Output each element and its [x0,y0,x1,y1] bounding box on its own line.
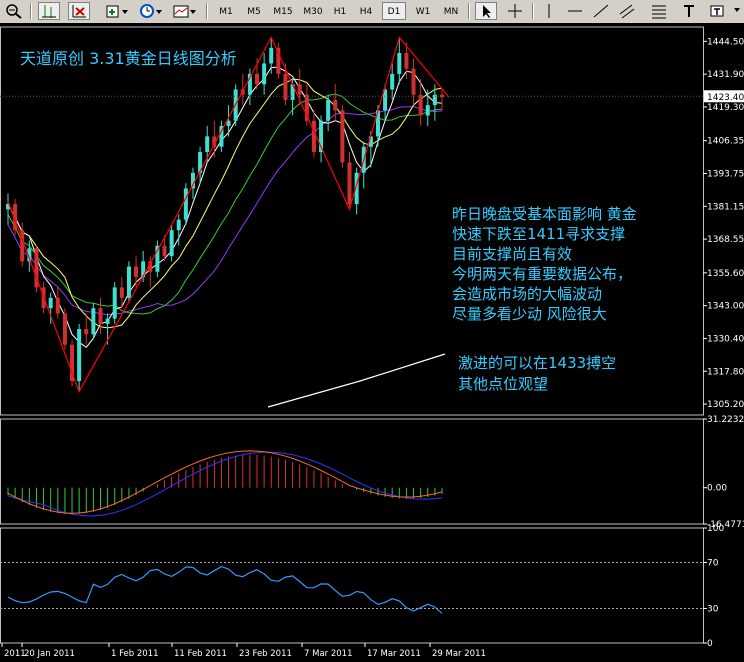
candle-body [411,68,416,95]
analysis-line-2: 快速下跌至1411寻求支撑 [452,225,625,243]
price-tick-label: 1355.60 [707,269,744,279]
candle-body [269,47,274,64]
trendline-icon[interactable] [590,2,612,20]
strategy-line-2: 其他点位观望 [458,375,548,393]
price-tick-label: 1330.40 [707,334,744,344]
chart-title: 天道原创 3.31黄金日线图分析 [20,49,237,68]
timeframe-m30[interactable]: M30 [298,2,328,20]
candle-body [48,297,53,309]
candle-body [404,53,409,69]
zoom-out-icon[interactable] [3,2,25,20]
candle-body [176,219,181,231]
candle-body [262,63,267,85]
candle-body [169,230,174,257]
cursor-icon[interactable] [475,2,497,20]
candle-body [105,318,110,324]
time-tick-label: 7 Mar 2011 [304,649,352,659]
toolbar-chevron-icon[interactable] [731,2,743,20]
candle-body [112,287,117,319]
line-icon[interactable] [538,2,560,20]
price-tick-label: 1393.75 [707,169,744,179]
chart-area: 1444.50 1431.90 1419.30 1406.35 1393.75 1381.… [0,23,744,662]
candle-body [62,313,67,345]
oscillator-tick-label: 70 [707,559,719,569]
analysis-line-4: 今明两天有重要数据公布， [452,265,632,283]
candle-body [397,53,402,74]
candle-body [55,297,60,314]
time-tick-label: 11 Feb 2011 [174,649,227,659]
candle-body [390,73,395,90]
candle-body [162,245,167,257]
new-order-icon[interactable] [103,2,131,20]
timeframe-m1[interactable]: M1 [212,2,240,20]
price-tick-label: 1444.50 [707,37,744,47]
price-tick-label: 1419.30 [707,103,744,113]
timeframe-h1[interactable]: H1 [328,2,352,20]
bar-chart-icon[interactable] [38,2,60,20]
timeframe-h4[interactable]: H4 [354,2,378,20]
candle-body [255,73,260,85]
candle-body [297,84,302,95]
strategy-line-1: 激进的可以在1433搏空 [458,354,616,372]
timeframe-mn[interactable]: MN [437,2,465,20]
timeframe-d1[interactable]: D1 [382,2,406,20]
candle-body [134,266,139,277]
timeframe-m5[interactable]: M5 [240,2,268,20]
price-tick-label: 1368.55 [707,235,744,245]
candle-body [91,308,96,335]
channel-icon[interactable] [616,2,638,20]
horizontal-line-icon[interactable] [564,2,586,20]
price-tick-label: 1343.00 [707,302,744,312]
toolbar: M1 M5 M15 M30 H1 H4 D1 W1 MN [0,0,744,24]
candle-body [126,266,131,298]
oscillator-tick-label: 30 [707,605,719,615]
candle-body [333,99,338,111]
macd-tick-label: 31.2232 [707,415,744,425]
oscillator-tick-label: 100 [707,524,724,534]
label-icon[interactable] [706,2,728,20]
candle-body [205,136,210,152]
price-tick-label: 1431.90 [707,70,744,80]
time-tick-label: 1 Feb 2011 [111,649,159,659]
candle-body [340,110,345,163]
oscillator-tick-label: 0 [707,639,713,649]
time-tick-label: 20 Jan 2011 [24,649,75,659]
analysis-line-1: 昨日晚盘受基本面影响 黄金 [452,205,637,223]
candle-body [326,99,331,121]
chart-background [0,23,744,662]
price-tick-label: 1317.80 [707,367,744,377]
candle-body [84,329,89,335]
candle-body [311,120,316,152]
candle-body [418,94,423,116]
candle-body [98,308,103,324]
time-tick-label: 2011 [4,649,26,659]
fibonacci-icon[interactable] [648,2,670,20]
candle-body [347,162,352,205]
analysis-line-5: 会造成市场的大幅波动 [452,285,602,303]
text-icon[interactable] [678,2,700,20]
crosshair-icon[interactable] [504,2,526,20]
candle-body [432,94,437,106]
candle-body [425,105,430,116]
time-tick-label: 29 Mar 2011 [432,649,486,659]
templates-icon[interactable] [171,2,199,20]
candle-body [183,188,188,220]
grid-icon[interactable] [68,2,90,20]
analysis-line-6: 尽量多看少动 风险很大 [452,305,607,323]
macd-tick-label: 0.00 [707,484,727,494]
timeframe-m15[interactable]: M15 [268,2,298,20]
clock-icon[interactable] [137,2,165,20]
candle-body [119,287,124,298]
price-tick-label: 1381.15 [707,202,744,212]
timeframe-w1[interactable]: W1 [410,2,436,20]
time-tick-label: 17 Mar 2011 [367,649,421,659]
time-tick-label: 23 Feb 2011 [239,649,292,659]
current-price-label: 1423.40 [707,93,744,103]
candle-body [77,329,82,382]
price-tick-label: 1305.20 [707,400,744,410]
price-tick-label: 1406.35 [707,137,744,147]
analysis-line-3: 目前支撑尚且有效 [452,245,572,263]
